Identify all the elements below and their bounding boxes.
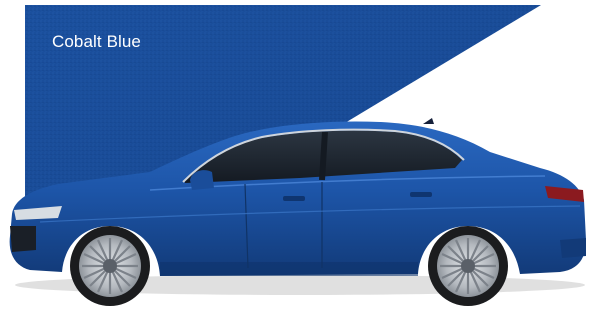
sedan-side-view-image (9, 118, 586, 306)
rear-wheel (428, 226, 508, 306)
front-wheel (70, 226, 150, 306)
color-swatch-card: Cobalt Blue (0, 0, 596, 309)
